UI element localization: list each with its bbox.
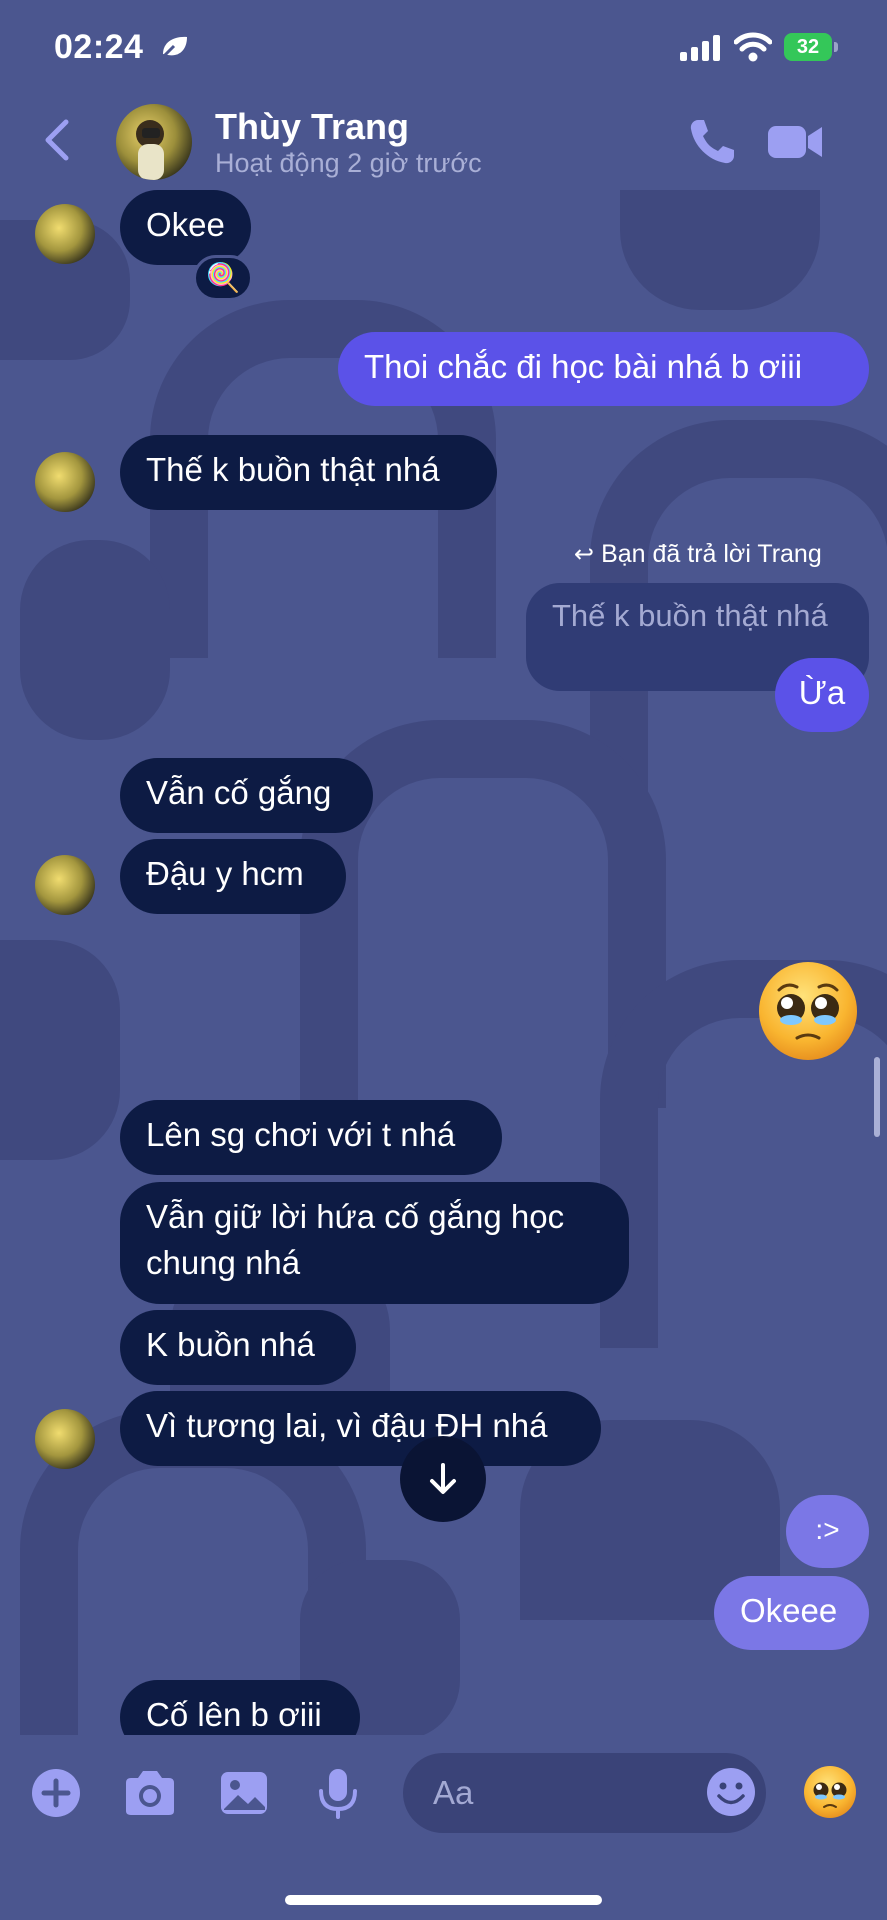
scroll-to-bottom-button[interactable]	[400, 1436, 486, 1522]
message-bubble-incoming[interactable]: Vì tương lai, vì đậu ĐH nhá	[120, 1391, 601, 1466]
home-indicator[interactable]	[285, 1895, 602, 1905]
sender-avatar[interactable]	[35, 204, 95, 264]
phone-icon[interactable]	[686, 116, 738, 168]
contact-activity-status: Hoạt động 2 giờ trước	[215, 148, 482, 178]
microphone-icon[interactable]	[316, 1767, 360, 1819]
message-text-line: Vẫn giữ lời hứa cố gắng học	[146, 1198, 565, 1235]
message-bubble-incoming[interactable]: Lên sg chơi với t nhá	[120, 1100, 502, 1175]
message-bubble-incoming[interactable]: K buồn nhá	[120, 1310, 356, 1385]
battery-indicator: 32	[784, 33, 838, 61]
message-text-line: chung nhá	[146, 1244, 301, 1281]
reply-arrow-icon: ↩	[574, 541, 595, 568]
message-bubble-outgoing[interactable]: Thoi chắc đi học bài nhá b ơiii	[338, 332, 869, 406]
message-bubble-incoming[interactable]: Thế k buồn thật nhá	[120, 435, 497, 510]
cellular-signal-icon	[680, 35, 720, 61]
message-reaction[interactable]: 🍭	[193, 255, 253, 301]
contact-avatar[interactable]	[116, 104, 192, 180]
image-icon[interactable]	[218, 1767, 270, 1819]
plus-icon[interactable]	[30, 1767, 82, 1819]
sender-avatar[interactable]	[35, 452, 95, 512]
wifi-icon	[734, 32, 772, 62]
arrow-down-icon	[430, 1463, 456, 1494]
battery-level: 32	[784, 33, 832, 61]
quick-reaction-emoji[interactable]	[803, 1765, 857, 1819]
smile-icon[interactable]	[706, 1767, 756, 1817]
sender-avatar[interactable]	[35, 1409, 95, 1469]
focus-mode-icon	[160, 36, 187, 60]
video-camera-icon[interactable]	[766, 118, 826, 166]
reply-context-label: ↩ Bạn đã trả lời Trang	[574, 540, 822, 568]
message-bubble-incoming[interactable]: Vẫn giữ lời hứa cố gắng học chung nhá	[120, 1182, 629, 1304]
message-bubble-incoming[interactable]: Vẫn cố gắng	[120, 758, 373, 833]
message-bubble-outgoing[interactable]: :>	[786, 1495, 869, 1568]
pleading-face-emoji[interactable]	[757, 960, 859, 1062]
message-bubble-incoming[interactable]: Cố lên b ơiii	[120, 1680, 360, 1735]
messenger-screen: 02:24 32 Thùy Trang Hoạt động 2 giờ trướ…	[0, 0, 887, 1920]
status-bar: 02:24 32	[0, 0, 887, 96]
contact-name[interactable]: Thùy Trang	[215, 106, 409, 148]
message-composer	[0, 1735, 887, 1920]
camera-icon[interactable]	[122, 1767, 178, 1819]
sender-avatar[interactable]	[35, 855, 95, 915]
message-bubble-outgoing[interactable]: Ừa	[775, 658, 869, 732]
conversation-header: Thùy Trang Hoạt động 2 giờ trước	[0, 96, 887, 192]
scroll-indicator[interactable]	[874, 1057, 880, 1137]
message-bubble-incoming[interactable]: Okee	[120, 190, 251, 265]
message-bubble-incoming[interactable]: Đậu y hcm	[120, 839, 346, 914]
message-bubble-outgoing[interactable]: Okeee	[714, 1576, 869, 1650]
status-time: 02:24	[54, 28, 144, 66]
back-icon[interactable]	[38, 116, 78, 164]
